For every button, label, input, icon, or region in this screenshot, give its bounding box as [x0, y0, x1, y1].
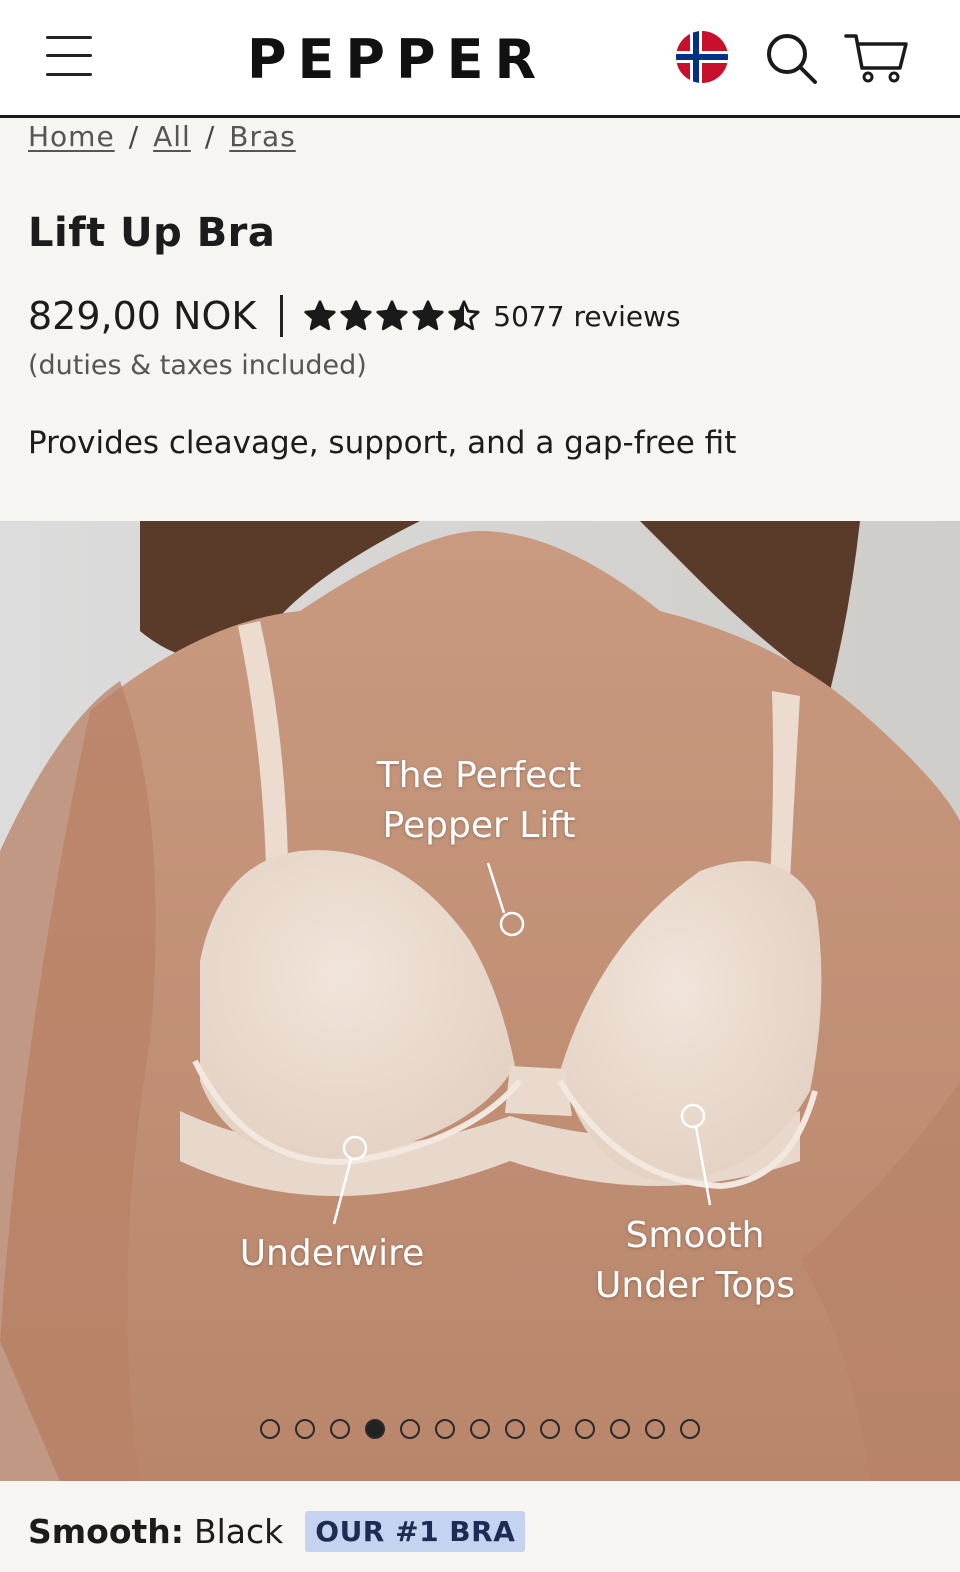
duties-note: (duties & taxes included): [28, 350, 367, 381]
breadcrumb: Home / All / Bras: [28, 116, 296, 156]
search-glyph: [767, 34, 817, 84]
callout-underwire: Underwire: [239, 1233, 425, 1274]
flag-graphic: [676, 31, 728, 83]
product-tagline: Provides cleavage, support, and a gap-fr…: [28, 425, 737, 461]
reviews-link[interactable]: 5077 reviews: [493, 300, 680, 333]
star-rating[interactable]: [303, 299, 481, 333]
star-half-icon: [448, 300, 480, 331]
carousel-dot-active[interactable]: [365, 1419, 385, 1439]
breadcrumb-separator: /: [204, 119, 216, 153]
carousel-dot[interactable]: [295, 1419, 315, 1439]
norway-flag-icon[interactable]: [676, 31, 728, 83]
carousel-dot[interactable]: [610, 1419, 630, 1439]
search-icon[interactable]: [763, 30, 819, 86]
carousel-dot[interactable]: [645, 1419, 665, 1439]
bestseller-badge: OUR #1 BRA: [305, 1511, 526, 1552]
product-title: Lift Up Bra: [28, 210, 276, 256]
product-photo: [0, 521, 960, 1481]
callout-line: Smooth: [625, 1215, 765, 1256]
breadcrumb-separator: /: [128, 119, 140, 153]
site-header: PEPPER: [0, 0, 960, 118]
carousel-dot[interactable]: [540, 1419, 560, 1439]
product-price: 829,00 NOK: [28, 294, 257, 338]
callout-line: Under Tops: [595, 1265, 795, 1306]
divider: [280, 295, 284, 337]
variant-bar: Smooth: Black OUR #1 BRA: [0, 1481, 960, 1572]
breadcrumb-home[interactable]: Home: [28, 120, 115, 153]
breadcrumb-bras[interactable]: Bras: [229, 120, 295, 153]
carousel-pagination: [260, 1419, 700, 1439]
carousel-dot[interactable]: [470, 1419, 490, 1439]
carousel-dot[interactable]: [680, 1419, 700, 1439]
carousel-dot[interactable]: [400, 1419, 420, 1439]
variant-selector: Smooth: Black OUR #1 BRA: [28, 1511, 526, 1552]
star-full-icon: [340, 300, 372, 331]
variant-label: Smooth:: [28, 1512, 184, 1551]
cart-icon[interactable]: [844, 30, 910, 86]
carousel-dot[interactable]: [260, 1419, 280, 1439]
breadcrumb-all[interactable]: All: [153, 120, 191, 153]
cart-glyph: [844, 34, 908, 83]
callout-perfect-lift: The Perfect Pepper Lift: [354, 751, 604, 851]
carousel-dot[interactable]: [435, 1419, 455, 1439]
callout-smooth-under-tops: Smooth Under Tops: [580, 1211, 810, 1311]
brand-logo[interactable]: PEPPER: [0, 28, 794, 91]
star-full-icon: [412, 300, 444, 331]
carousel-dot[interactable]: [575, 1419, 595, 1439]
star-full-icon: [376, 300, 408, 331]
carousel-dot[interactable]: [505, 1419, 525, 1439]
star-full-icon: [304, 300, 336, 331]
carousel-dot[interactable]: [330, 1419, 350, 1439]
callout-line: The Perfect: [376, 755, 582, 796]
variant-value: Black: [193, 1512, 284, 1551]
price-rating-row: 829,00 NOK 5077 reviews: [28, 288, 681, 344]
callout-line: Pepper Lift: [382, 805, 576, 846]
product-image-carousel[interactable]: The Perfect Pepper Lift Underwire Smooth…: [0, 521, 960, 1481]
